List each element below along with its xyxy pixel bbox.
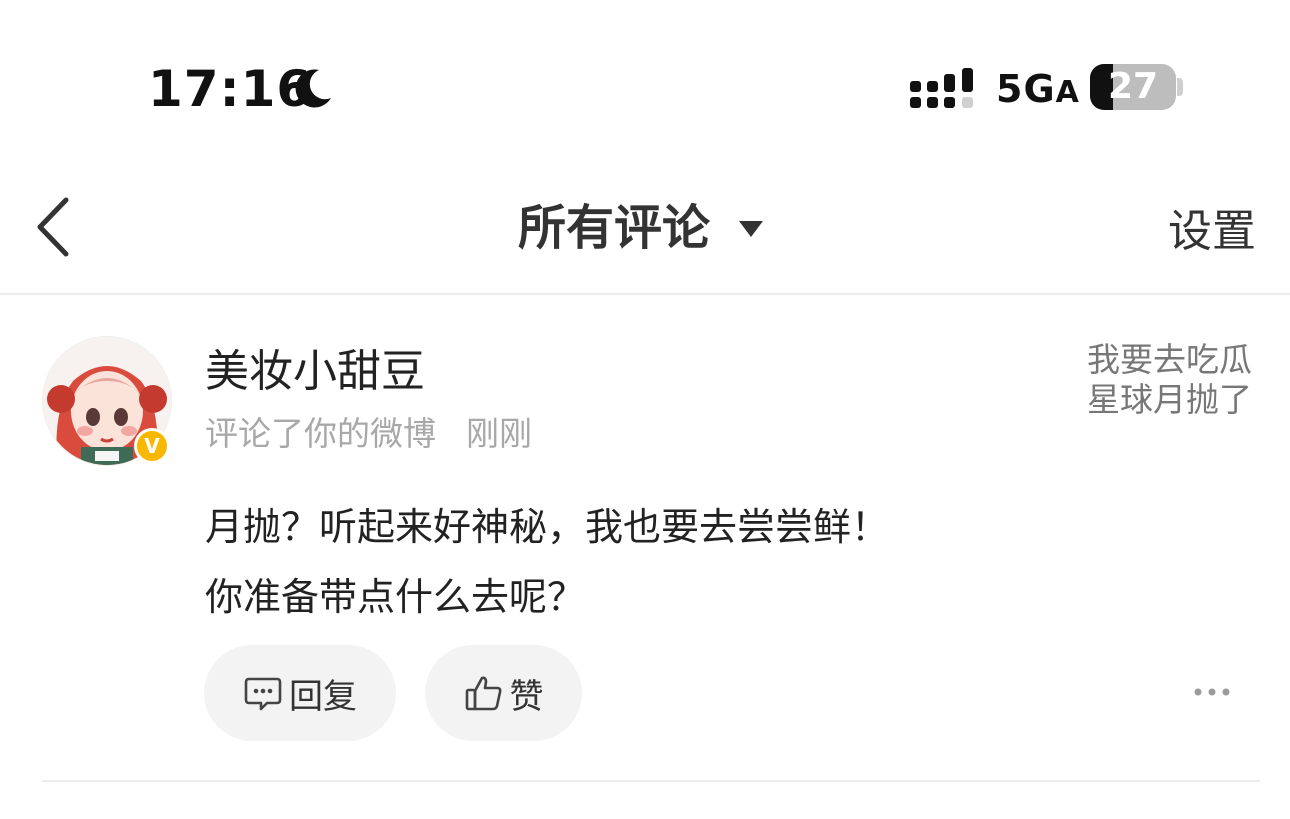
thumbs-up-icon (465, 676, 501, 711)
status-time: 17:16 (148, 60, 313, 118)
signal-icon (910, 68, 973, 108)
comment-body: 月抛？听起来好神秘，我也要去尝尝鲜！ 你准备带点什么去呢？ (205, 492, 1105, 632)
reply-label: 回复 (289, 676, 357, 717)
battery-percent: 27 (1107, 66, 1159, 107)
reply-icon (244, 677, 282, 711)
like-label: 赞 (509, 676, 544, 717)
verified-badge: V (134, 428, 170, 464)
header-divider (0, 293, 1290, 295)
comment-divider (42, 780, 1260, 782)
source-post-preview[interactable]: 我要去吃瓜 星球月抛了 (1072, 340, 1252, 420)
comment-body-line: 月抛？听起来好神秘，我也要去尝尝鲜！ (205, 505, 890, 549)
more-icon[interactable] (1190, 680, 1234, 704)
battery-cap (1177, 78, 1183, 96)
battery-icon: 27 (1090, 64, 1176, 110)
user-name[interactable]: 美妆小甜豆 (205, 344, 425, 400)
caret-down-icon[interactable] (738, 220, 764, 238)
meta-action: 评论了你的微博 (205, 414, 436, 453)
like-button[interactable]: 赞 (425, 645, 582, 741)
network-indicator: 5GA (996, 66, 1080, 116)
comment-body-line: 你准备带点什么去呢？ (205, 575, 586, 619)
reply-button[interactable]: 回复 (204, 645, 396, 741)
network-suffix: A (1055, 75, 1080, 110)
network-label: 5G (996, 67, 1056, 111)
back-arrow-icon[interactable] (32, 196, 74, 258)
comment-time: 刚刚 (466, 414, 532, 453)
comment-meta: 评论了你的微博 刚刚 (205, 412, 532, 456)
settings-button[interactable]: 设置 (1168, 202, 1256, 262)
moon-icon (295, 69, 331, 108)
nav-title[interactable]: 所有评论 (518, 198, 710, 258)
